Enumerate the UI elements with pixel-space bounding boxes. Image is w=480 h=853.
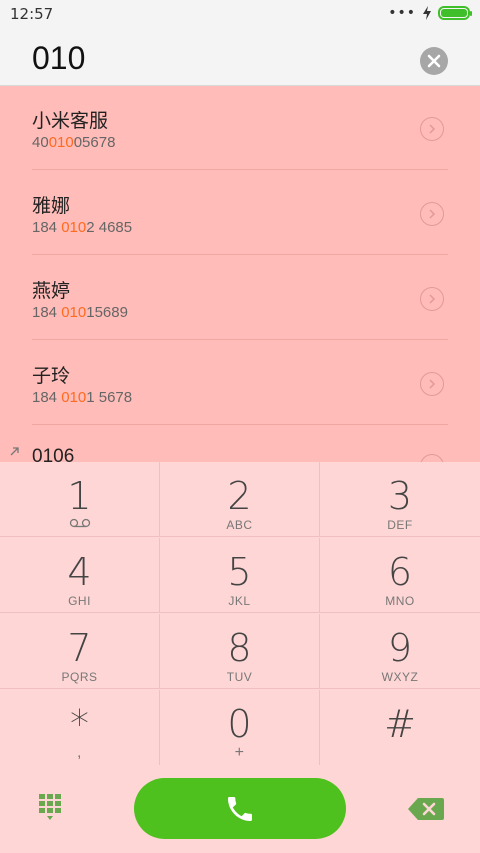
backspace-icon[interactable] [408,798,444,820]
key-digit: 7 [67,626,92,670]
key-0[interactable]: 0 + [160,690,320,765]
contact-detail-button[interactable] [420,202,444,226]
result-row[interactable]: 子玲 184 0101 5678 [32,341,448,425]
chevron-right-icon [429,209,436,219]
key-digit: 6 [387,550,413,594]
key-digit: # [384,702,416,746]
key-letters: TUV [226,670,253,684]
key-letters: PQRS [61,670,98,684]
status-bar: 12:57 ••• [0,0,480,28]
key-digit: 2 [227,474,252,518]
key-hash[interactable]: # [320,690,480,765]
key-9[interactable]: 9 WXYZ [320,614,480,689]
contact-number: 184 0102 4685 [32,219,133,236]
key-letters: MNO [385,594,415,608]
voicemail-icon [69,518,90,528]
contact-name: 燕婷 [32,280,71,302]
dialed-number[interactable]: 010 [32,40,85,77]
contact-detail-button[interactable] [420,287,444,311]
key-letters: WXYZ [381,670,419,684]
clear-button[interactable] [420,47,448,75]
key-star[interactable]: * , [0,690,160,765]
dialpad-icon[interactable] [38,793,66,823]
result-row[interactable]: 0106 [32,426,448,462]
key-letters: , [77,744,82,761]
key-letters: GHI [68,594,91,608]
action-bar [0,765,480,853]
number-input-bar: 010 [0,28,480,86]
charging-icon [423,6,431,20]
key-letters: JKL [228,594,251,608]
key-4[interactable]: 4 GHI [0,538,160,613]
contact-number: 184 01015689 [32,304,128,321]
key-letters: DEF [387,518,413,532]
contact-number: 4001005678 [32,134,116,151]
clear-icon [427,54,441,68]
result-row[interactable]: 燕婷 184 01015689 [32,256,448,340]
key-digit: 9 [387,626,413,670]
key-digit: 8 [227,626,252,670]
status-icons: ••• [388,5,472,21]
call-button[interactable] [134,778,346,839]
result-row[interactable]: 雅娜 184 0102 4685 [32,171,448,255]
key-digit: 0 [227,702,252,746]
dialpad: 1 2 ABC 3 DEF 4 GHI 5 JKL 6 MNO 7 PQRS 8… [0,462,480,765]
contact-name: 子玲 [32,365,71,387]
contact-name: 小米客服 [32,110,109,132]
contact-name: 雅娜 [32,195,71,217]
key-digit: 5 [227,550,252,594]
contact-detail-button[interactable] [420,117,444,141]
contact-detail-button[interactable] [420,372,444,396]
key-1[interactable]: 1 [0,462,160,537]
search-results: 小米客服 4001005678 雅娜 184 0102 4685 燕婷 184 … [0,86,480,462]
key-digit: 1 [67,474,92,518]
chevron-right-icon [429,124,436,134]
key-digit: 4 [67,550,92,594]
key-3[interactable]: 3 DEF [320,462,480,537]
key-letters: ABC [226,518,253,532]
phone-icon [228,796,252,821]
key-5[interactable]: 5 JKL [160,538,320,613]
key-letters: + [234,744,245,761]
outgoing-call-icon [10,447,19,456]
key-2[interactable]: 2 ABC [160,462,320,537]
contact-detail-button[interactable] [420,454,444,462]
contact-name: 0106 [32,446,75,462]
chevron-right-icon [429,379,436,389]
key-6[interactable]: 6 MNO [320,538,480,613]
result-row[interactable]: 小米客服 4001005678 [32,86,448,170]
chevron-right-icon [429,294,436,304]
contact-number: 184 0101 5678 [32,389,133,406]
more-dots-icon: ••• [388,5,416,21]
key-digit: 3 [387,474,413,518]
battery-icon [438,6,472,20]
key-8[interactable]: 8 TUV [160,614,320,689]
key-digit: * [70,702,89,746]
key-7[interactable]: 7 PQRS [0,614,160,689]
status-time: 12:57 [10,5,54,23]
